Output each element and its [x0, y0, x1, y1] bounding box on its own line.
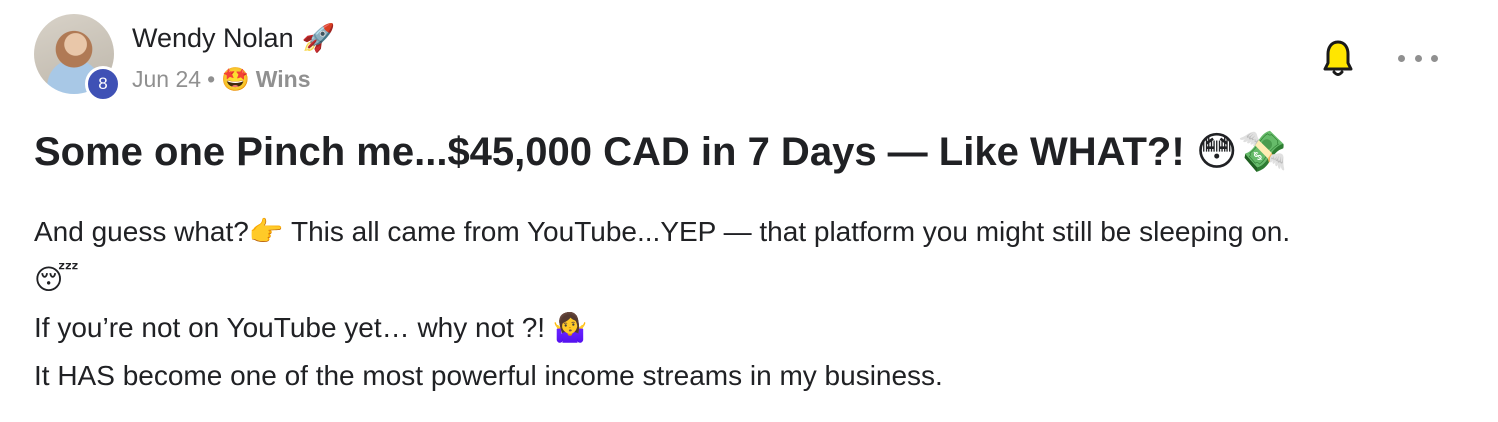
rocket-icon: 🚀	[301, 23, 336, 54]
category-link[interactable]: Wins	[256, 66, 311, 93]
body-line-3: If you’re not on YouTube yet… why not ?!…	[34, 311, 588, 344]
author-name[interactable]: Wendy Nolan	[132, 23, 294, 54]
body-line-4: It HAS become one of the most powerful i…	[34, 360, 943, 391]
sleeping-face-icon: 😴	[34, 263, 79, 296]
body-line-1: And guess what?👉 This all came from YouT…	[34, 215, 1291, 248]
author-name-row: Wendy Nolan 🚀	[132, 22, 336, 55]
shrug-icon: 🤷‍♀️	[552, 311, 588, 344]
post-title-text: Some one Pinch me...$45,000 CAD in 7 Day…	[34, 130, 1185, 174]
more-options-icon[interactable]	[1398, 44, 1438, 72]
meta-separator: •	[207, 66, 216, 92]
pointing-hand-icon: 👉	[248, 215, 284, 248]
author-avatar-wrap[interactable]: 8	[34, 14, 122, 102]
star-struck-icon: 🤩	[221, 67, 250, 93]
post-body: And guess what?👉 This all came from YouT…	[34, 208, 1474, 400]
flushed-money-icon: 😳💸	[1195, 129, 1288, 175]
post-meta: Jun 24 • 🤩 Wins	[132, 66, 311, 93]
post-date[interactable]: Jun 24	[132, 66, 201, 93]
post-title: Some one Pinch me...$45,000 CAD in 7 Day…	[34, 128, 1287, 175]
body-line-2: 😴	[34, 256, 1474, 304]
bell-icon[interactable]	[1318, 36, 1358, 80]
level-badge: 8	[85, 66, 121, 102]
post-card: 8 Wendy Nolan 🚀 Jun 24 • 🤩 Wins Some one…	[0, 0, 1498, 422]
